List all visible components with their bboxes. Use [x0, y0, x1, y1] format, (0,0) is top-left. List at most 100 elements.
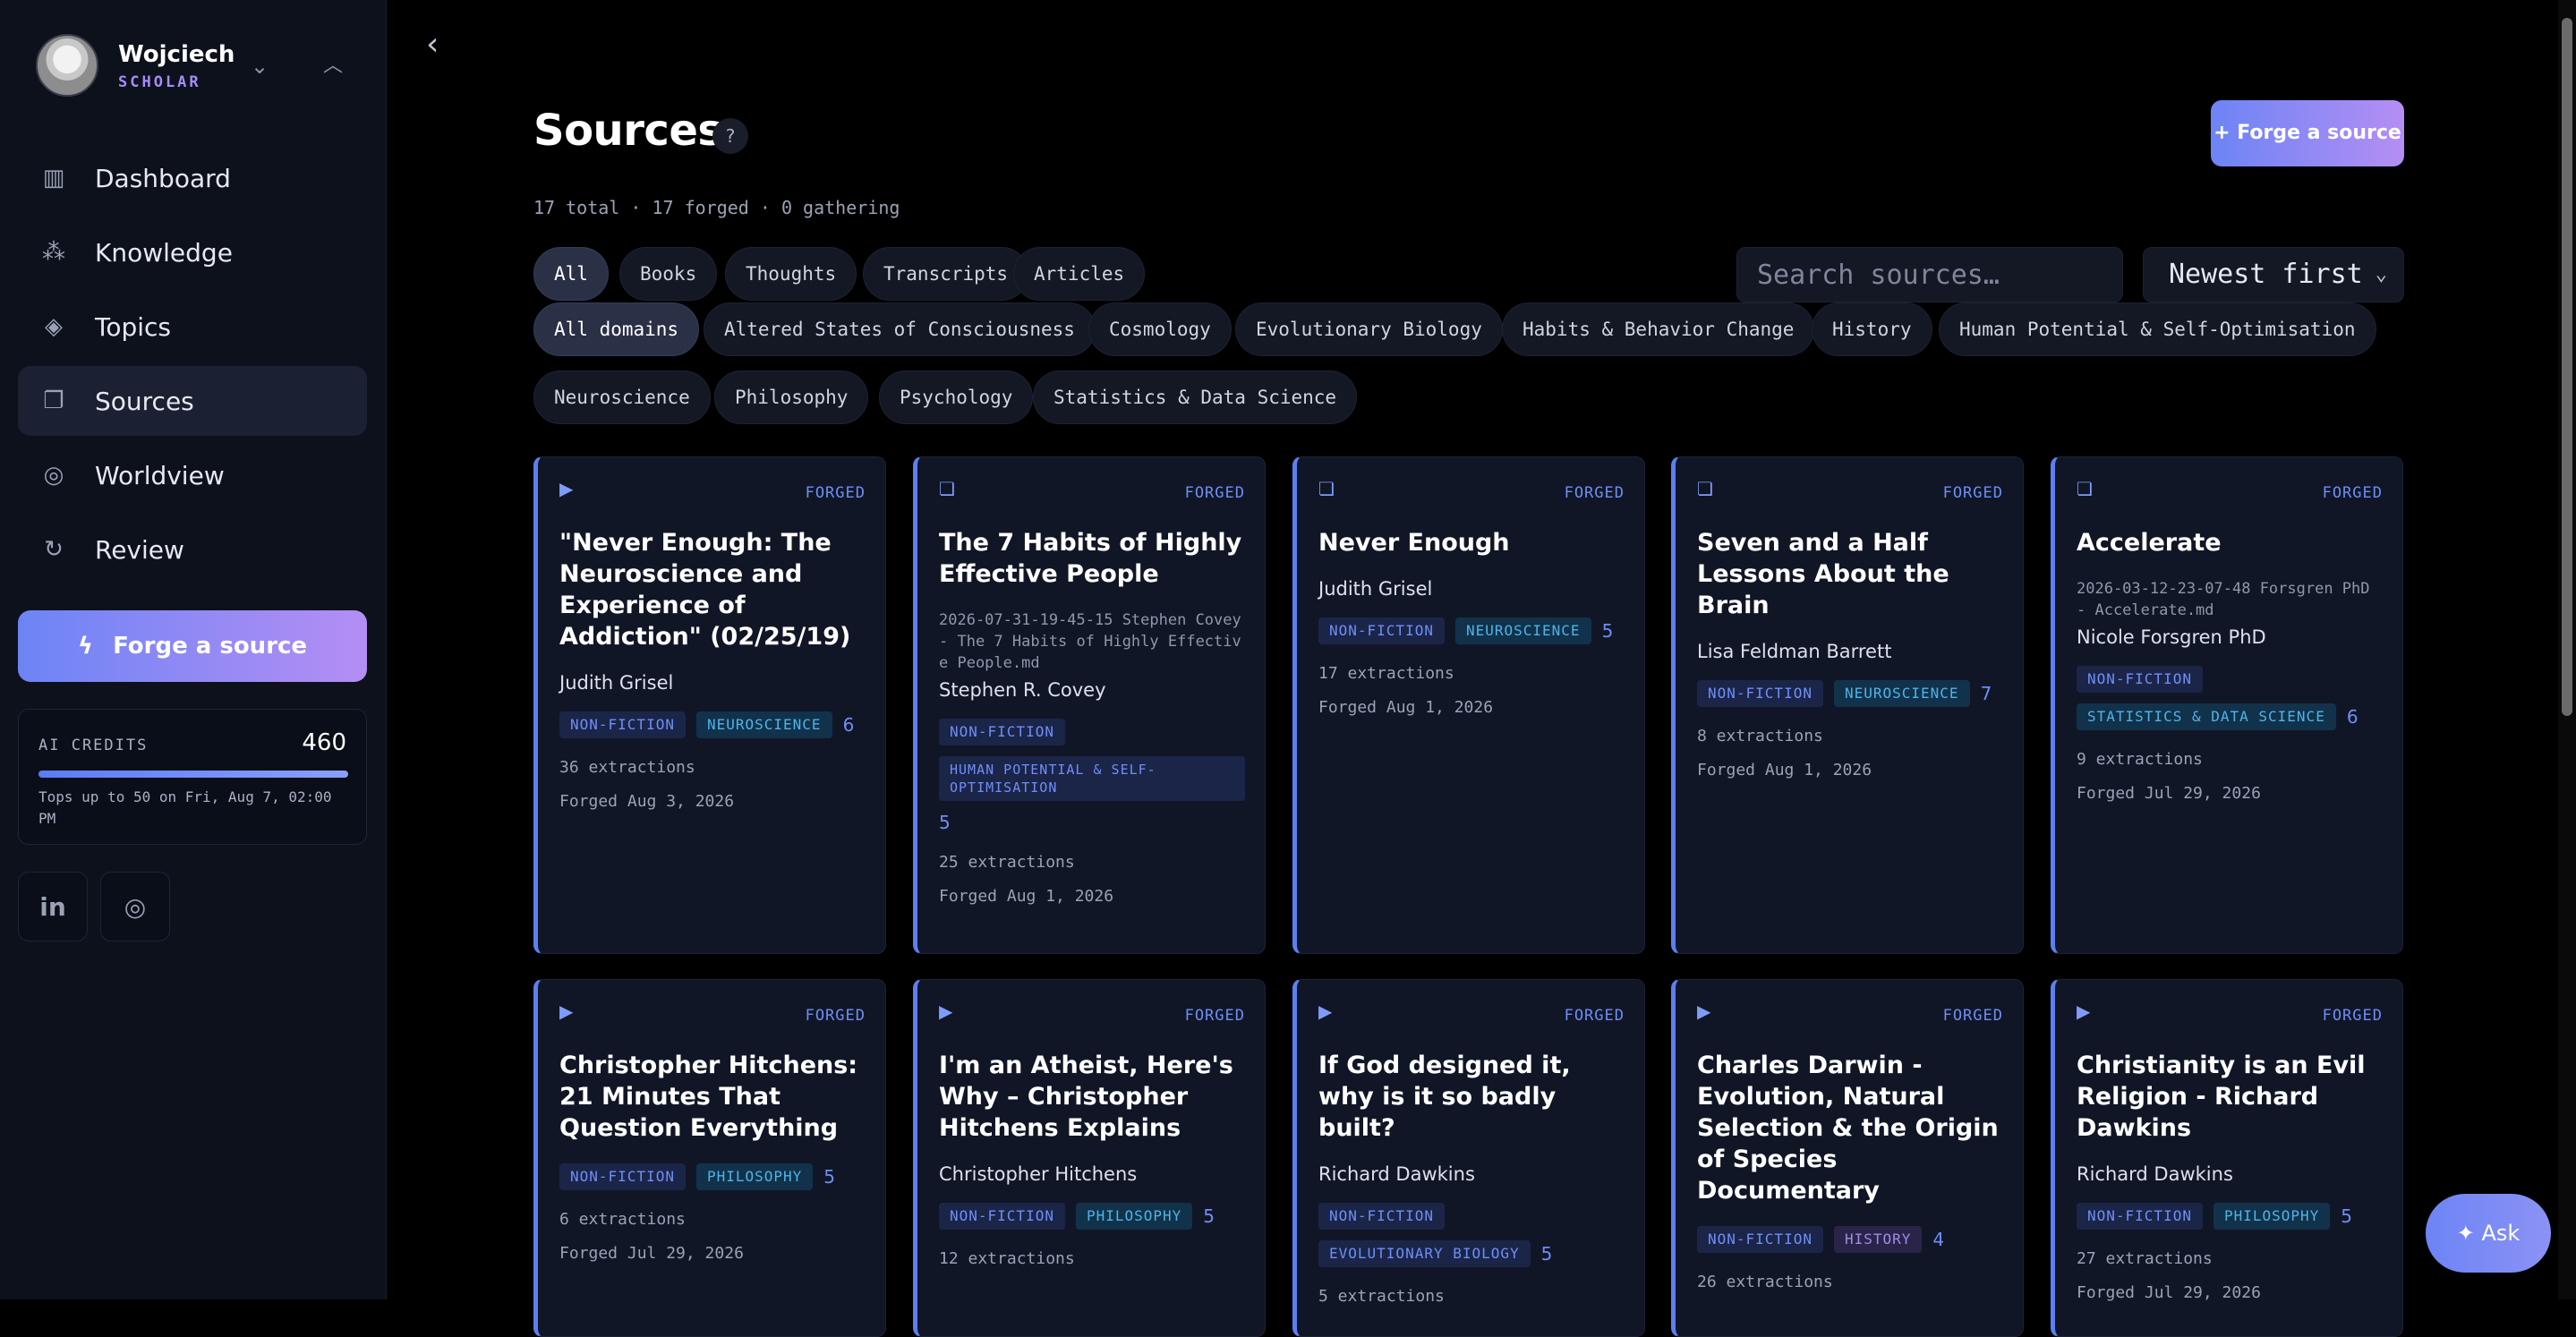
video-icon: ▶ [1318, 1001, 1333, 1022]
card-author: Nicole Forsgren PhD [2077, 626, 2266, 648]
tag: NON-FICTION [2077, 666, 2203, 693]
collapse-icon[interactable]: ︿ [319, 52, 347, 81]
video-icon: ▶ [559, 478, 574, 499]
domain-filter-habits-behavior-change[interactable]: Habits & Behavior Change [1502, 302, 1815, 356]
sidebar-item-knowledge[interactable]: ⁂ Knowledge [18, 217, 367, 287]
source-card[interactable]: ▶ FORGED "Never Enough: The Neuroscience a… [533, 456, 886, 954]
type-filter-books[interactable]: Books [619, 247, 718, 301]
user-name: Wojciech [118, 41, 235, 68]
tag-count: 5 [1601, 620, 1614, 642]
chevron-down-icon[interactable]: ⌄ [245, 52, 274, 81]
domain-filter-statistics-data-science[interactable]: Statistics & Data Science [1033, 370, 1358, 424]
card-body: "Never Enough: The Neuroscience and Expe… [559, 527, 866, 819]
tag-count: 4 [1932, 1229, 1945, 1250]
tag-count: 5 [2341, 1205, 2353, 1227]
domain-filter-cosmology[interactable]: Cosmology [1088, 302, 1232, 356]
credits-progress-bar [38, 771, 348, 778]
domain-filter-neuroscience[interactable]: Neuroscience [533, 370, 711, 424]
tag: NEUROSCIENCE [1454, 617, 1591, 644]
source-card[interactable]: ▶ FORGED Christopher Hitchens: 21 Minutes … [533, 979, 886, 1337]
type-filter-transcripts[interactable]: Transcripts [863, 247, 1029, 301]
sidebar-item-dashboard[interactable]: ▥ Dashboard [18, 143, 367, 213]
source-card[interactable]: ❏ FORGED Never Enough Judith Grisel NON-FICT… [1292, 456, 1645, 954]
source-card[interactable]: ▶ FORGED If God designed it, why is it so … [1292, 979, 1645, 1337]
card-author: Lisa Feldman Barrett [1697, 641, 1892, 662]
domain-filter-human-potential-self-optimisation[interactable]: Human Potential & Self-Optimisation [1939, 302, 2376, 356]
source-card[interactable]: ▶ FORGED Charles Darwin - Evolution, Natur… [1671, 979, 2024, 1337]
ask-label: Ask [2481, 1221, 2521, 1246]
user-profile[interactable]: Wojciech SCHOLAR ⌄ ︿ [36, 34, 358, 100]
type-filter-thoughts[interactable]: Thoughts [725, 247, 857, 301]
source-card[interactable]: ▶ FORGED I'm an Atheist, Here's Why – Chri… [913, 979, 1266, 1337]
domain-filter-altered-states-of-consciousness[interactable]: Altered States of Consciousness [704, 302, 1096, 356]
book-icon: ❏ [1318, 478, 1335, 499]
scrollbar-thumb[interactable] [2562, 18, 2572, 716]
card-body: Christianity is an Evil Religion - Richa… [2077, 1050, 2383, 1310]
extraction-count: 5 extractions [1318, 1287, 1445, 1306]
card-body: Never Enough Judith Grisel NON-FICTION NEUR… [1318, 527, 1625, 725]
domain-filter-psychology[interactable]: Psychology [879, 370, 1034, 424]
tag: PHILOSOPHY [695, 1163, 814, 1190]
scrollbar[interactable] [2558, 0, 2576, 1299]
forged-date: Forged Jul 29, 2026 [2077, 1283, 2261, 1302]
forged-date: Forged Jul 29, 2026 [559, 1244, 744, 1263]
card-tags: NON-FICTION STATISTICS & DATA SCIENCE 6 [2077, 666, 2383, 730]
card-author: Richard Dawkins [1318, 1163, 1475, 1185]
ask-button[interactable]: ✦ Ask [2426, 1194, 2551, 1273]
dashboard-icon: ▥ [42, 165, 65, 192]
card-author: Judith Grisel [559, 672, 674, 694]
sidebar-item-review[interactable]: ↻ Review [18, 515, 367, 584]
source-card[interactable]: ❏ FORGED Accelerate 2026-03-12-23-07-48 For… [2051, 456, 2403, 954]
type-filter-all[interactable]: All [533, 247, 609, 301]
credits-progress-fill [38, 771, 348, 778]
sidebar-item-label: Topics [95, 311, 172, 342]
domain-filter-philosophy[interactable]: Philosophy [714, 370, 869, 424]
domain-filter-evolutionary-biology[interactable]: Evolutionary Biology [1235, 302, 1503, 356]
video-icon: ▶ [1697, 1001, 1711, 1022]
domain-filter-all-domains[interactable]: All domains [533, 302, 700, 356]
source-card[interactable]: ▶ FORGED Christianity is an Evil Religion … [2051, 979, 2403, 1337]
tag: NON-FICTION [939, 1203, 1065, 1230]
type-filter-articles[interactable]: Articles [1013, 247, 1146, 301]
bolt-icon: ϟ [77, 633, 94, 660]
card-filename: 2026-03-12-23-07-48 Forsgren PhD - Accel… [2077, 580, 2370, 619]
card-tags: NON-FICTION HISTORY 4 [1697, 1226, 2003, 1253]
card-body: Charles Darwin - Evolution, Natural Sele… [1697, 1050, 2003, 1299]
card-filename: 2026-07-31-19-45-15 Stephen Covey - The … [939, 611, 1241, 672]
back-arrow-icon[interactable]: ‹ [426, 27, 455, 63]
tag: HUMAN POTENTIAL & SELF-OPTIMISATION [939, 756, 1245, 801]
sidebar-item-worldview[interactable]: ◎ Worldview [18, 440, 367, 510]
sidebar-item-label: Worldview [95, 460, 225, 490]
credits-label: AI CREDITS [38, 737, 149, 754]
tag-count: 6 [2346, 706, 2358, 728]
extraction-count: 27 extractions [2077, 1249, 2213, 1268]
card-tags: NON-FICTION PHILOSOPHY 5 [2077, 1203, 2383, 1230]
card-body: Christopher Hitchens: 21 Minutes That Qu… [559, 1050, 866, 1271]
instagram-icon[interactable]: ◎ [100, 872, 170, 941]
tag: NON-FICTION [1318, 617, 1445, 644]
tag: NON-FICTION [2077, 1203, 2203, 1230]
card-tags: NON-FICTION NEUROSCIENCE 7 [1697, 680, 2003, 707]
forged-date: Forged Aug 1, 2026 [1697, 761, 1872, 779]
forge-source-button[interactable]: + Forge a source [2211, 100, 2404, 166]
domain-filter-history[interactable]: History [1812, 302, 1932, 356]
book-icon: ❏ [1697, 478, 1713, 499]
help-icon[interactable]: ? [712, 118, 748, 154]
linkedin-icon[interactable]: in [18, 872, 88, 941]
extraction-count: 9 extractions [2077, 750, 2203, 769]
card-author: Richard Dawkins [2077, 1163, 2233, 1185]
source-card[interactable]: ❏ FORGED Seven and a Half Lessons About th… [1671, 456, 2024, 954]
card-tags: NON-FICTION HUMAN POTENTIAL & SELF-OPTIMI… [939, 719, 1245, 833]
sidebar-item-sources[interactable]: ❐ Sources [18, 366, 367, 436]
search-input[interactable] [1736, 247, 2123, 302]
tag-count: 5 [1540, 1243, 1553, 1265]
sidebar-item-topics[interactable]: ◈ Topics [18, 292, 367, 362]
card-title: Seven and a Half Lessons About the Brain [1697, 529, 1949, 619]
video-icon: ▶ [2077, 1001, 2091, 1022]
video-icon: ▶ [939, 1001, 953, 1022]
sort-select[interactable]: Newest first ⌄ [2143, 247, 2404, 302]
sidebar-forge-source-button[interactable]: ϟ Forge a source [18, 610, 367, 682]
status-badge: FORGED [2322, 1007, 2383, 1025]
extraction-count: 26 extractions [1697, 1273, 1833, 1291]
source-card[interactable]: ❏ FORGED The 7 Habits of Highly Effective … [913, 456, 1266, 954]
